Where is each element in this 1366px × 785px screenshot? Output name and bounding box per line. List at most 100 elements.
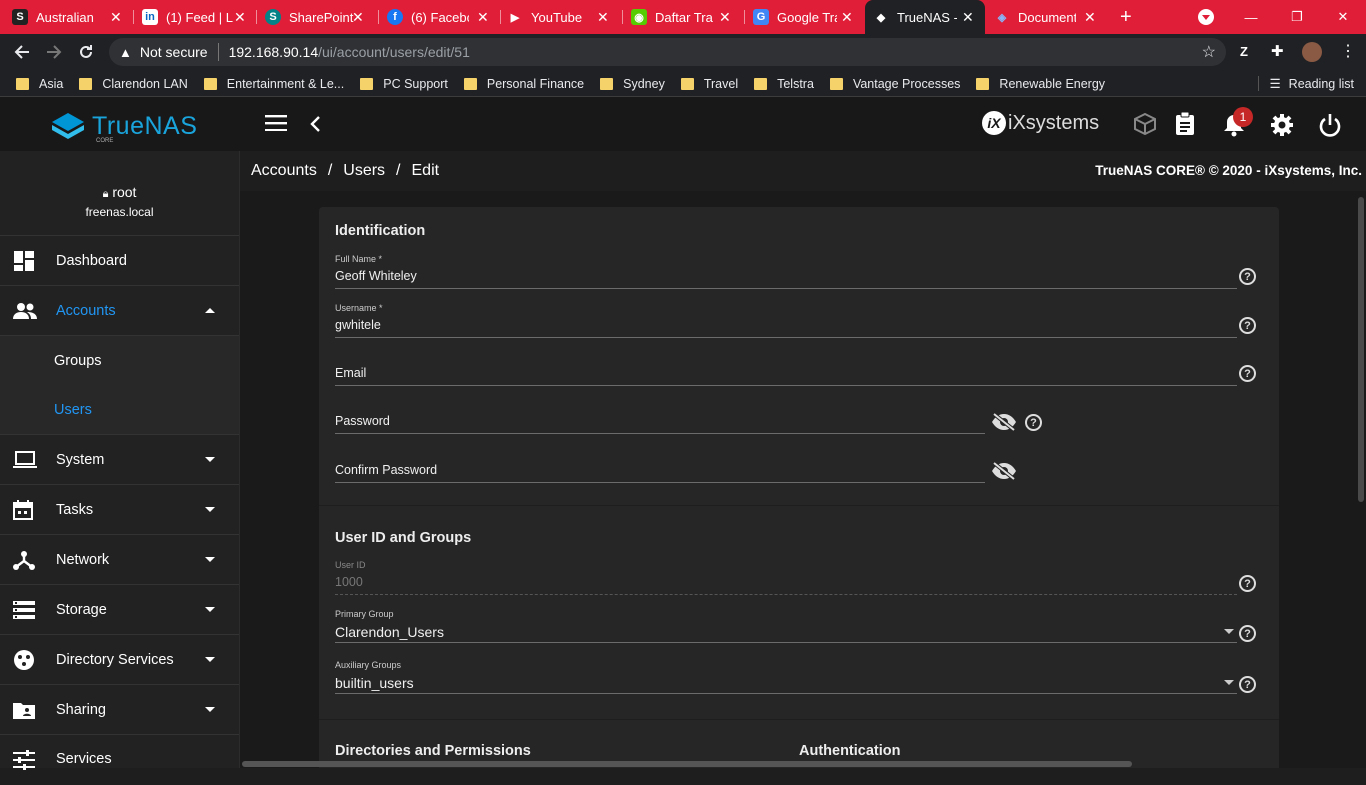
folder-icon bbox=[360, 77, 374, 90]
browser-tab[interactable]: S Australian ✕ bbox=[12, 0, 130, 34]
close-tab-icon[interactable]: ✕ bbox=[110, 9, 122, 26]
help-icon[interactable]: ? bbox=[1239, 317, 1256, 334]
sidebar-item-label: Groups bbox=[54, 352, 102, 369]
close-tab-icon[interactable]: ✕ bbox=[352, 9, 364, 26]
bookmark-folder[interactable]: Clarendon LAN bbox=[79, 77, 188, 91]
sidebar-subitem-groups[interactable]: Groups bbox=[0, 336, 239, 386]
folder-icon bbox=[203, 77, 217, 90]
bookmark-folder[interactable]: Entertainment & Le... bbox=[203, 77, 344, 91]
vertical-scrollbar[interactable] bbox=[1356, 191, 1366, 768]
bookmark-folder[interactable]: Sydney bbox=[600, 77, 665, 91]
help-icon[interactable]: ? bbox=[1239, 625, 1256, 642]
close-tab-icon[interactable]: ✕ bbox=[234, 9, 246, 26]
security-label[interactable]: Not secure bbox=[140, 44, 208, 60]
browser-tab[interactable]: ◉ Daftar Tran ✕ bbox=[625, 0, 743, 34]
menu-toggle-icon[interactable] bbox=[265, 115, 287, 131]
tab-title: YouTube bbox=[531, 9, 583, 25]
extension-z-icon[interactable]: Z bbox=[1240, 44, 1248, 59]
sidebar-item-services[interactable]: Services bbox=[0, 735, 239, 785]
truenas-logo[interactable]: TrueNAS CORE bbox=[50, 111, 197, 144]
close-tab-icon[interactable]: ✕ bbox=[719, 9, 731, 26]
collapse-chevron-icon[interactable] bbox=[310, 116, 320, 132]
profile-avatar[interactable] bbox=[1302, 42, 1322, 62]
primary-group-select[interactable]: Primary Group Clarendon_Users bbox=[335, 603, 1237, 643]
power-icon[interactable] bbox=[1319, 113, 1341, 137]
section-title-identification: Identification bbox=[335, 223, 426, 239]
username-field[interactable]: Username * gwhitele bbox=[335, 298, 1237, 338]
breadcrumb-users[interactable]: Users bbox=[343, 162, 385, 180]
bookmark-folder[interactable]: Telstra bbox=[754, 77, 814, 91]
new-tab-button[interactable]: + bbox=[1120, 0, 1140, 34]
minimize-icon[interactable]: — bbox=[1228, 0, 1274, 34]
reading-list-button[interactable]: ☰ Reading list bbox=[1258, 76, 1354, 91]
sidebar-item-network[interactable]: Network bbox=[0, 535, 239, 585]
sidebar-item-dashboard[interactable]: Dashboard bbox=[0, 236, 239, 286]
docs-icon: ◈ bbox=[997, 11, 1007, 24]
address-bar[interactable]: ▲ Not secure 192.168.90.14 /ui/account/u… bbox=[109, 38, 1226, 66]
chevron-down-icon bbox=[205, 607, 215, 612]
help-icon[interactable]: ? bbox=[1025, 414, 1042, 431]
window-controls: — ❐ ✕ bbox=[1228, 0, 1366, 34]
bookmark-folder[interactable]: Travel bbox=[680, 77, 738, 91]
close-tab-icon[interactable]: ✕ bbox=[477, 9, 489, 26]
password-field[interactable]: Password bbox=[335, 394, 985, 434]
close-tab-icon[interactable]: ✕ bbox=[597, 9, 609, 26]
youtube-icon: ▶ bbox=[510, 11, 520, 24]
help-icon[interactable]: ? bbox=[1239, 365, 1256, 382]
help-icon[interactable]: ? bbox=[1239, 676, 1256, 693]
browser-tab[interactable]: G Google Tra ✕ bbox=[747, 0, 865, 34]
clipboard-icon[interactable] bbox=[1175, 112, 1195, 136]
gear-icon[interactable] bbox=[1270, 113, 1294, 137]
dashboard-icon bbox=[13, 250, 35, 272]
confirm-password-field[interactable]: Confirm Password bbox=[335, 443, 985, 483]
tab-title: Daftar Tran bbox=[655, 9, 713, 25]
forward-icon[interactable] bbox=[44, 42, 64, 62]
sidebar-item-directory-services[interactable]: Directory Services bbox=[0, 635, 239, 685]
menu-dots-icon[interactable]: ⋮ bbox=[1340, 41, 1356, 61]
sidebar-item-storage[interactable]: Storage bbox=[0, 585, 239, 635]
bookmark-folder[interactable]: Asia bbox=[16, 77, 63, 91]
close-tab-icon[interactable]: ✕ bbox=[962, 9, 974, 26]
truecommand-icon[interactable] bbox=[1134, 113, 1156, 135]
puzzle-icon[interactable]: ✚ bbox=[1271, 42, 1284, 60]
help-icon[interactable]: ? bbox=[1239, 575, 1256, 592]
bookmark-label: Vantage Processes bbox=[852, 76, 961, 91]
sidebar-item-tasks[interactable]: Tasks bbox=[0, 485, 239, 535]
sidebar-item-system[interactable]: System bbox=[0, 435, 239, 485]
email-field[interactable]: Email bbox=[335, 346, 1237, 386]
scrollbar-thumb[interactable] bbox=[1358, 197, 1364, 502]
tab-title: Australian bbox=[36, 9, 94, 25]
sidebar-subitem-users[interactable]: Users bbox=[0, 385, 239, 435]
help-icon[interactable]: ? bbox=[1239, 268, 1256, 285]
star-icon[interactable]: ☆ bbox=[1202, 42, 1216, 62]
browser-tab[interactable]: in (1) Feed | L ✕ bbox=[136, 0, 254, 34]
user-id-field[interactable]: User ID 1000 bbox=[335, 555, 1237, 595]
horizontal-scrollbar[interactable] bbox=[240, 760, 1356, 768]
close-window-icon[interactable]: ✕ bbox=[1320, 0, 1366, 34]
auxiliary-groups-select[interactable]: Auxiliary Groups builtin_users bbox=[335, 654, 1237, 694]
bookmark-folder[interactable]: Vantage Processes bbox=[829, 76, 961, 91]
visibility-off-icon[interactable] bbox=[991, 413, 1017, 431]
browser-tab[interactable]: ▶ YouTube ✕ bbox=[503, 0, 621, 34]
bookmark-folder[interactable]: Personal Finance bbox=[463, 77, 584, 91]
bookmark-folder[interactable]: PC Support bbox=[360, 77, 448, 91]
bookmark-folder[interactable]: Renewable Energy bbox=[976, 77, 1105, 91]
reload-icon[interactable] bbox=[76, 42, 96, 62]
browser-tab[interactable]: f (6) Facebo ✕ bbox=[381, 0, 499, 34]
browser-tab[interactable]: ◈ Document ✕ bbox=[990, 0, 1108, 34]
tab-search-button[interactable] bbox=[1198, 0, 1218, 34]
back-icon[interactable] bbox=[12, 42, 32, 62]
visibility-off-icon[interactable] bbox=[991, 462, 1017, 480]
sidebar-item-sharing[interactable]: Sharing bbox=[0, 685, 239, 735]
close-tab-icon[interactable]: ✕ bbox=[841, 9, 853, 26]
logo-sub: CORE bbox=[96, 137, 114, 144]
sidebar-item-accounts[interactable]: Accounts bbox=[0, 286, 239, 336]
close-tab-icon[interactable]: ✕ bbox=[1084, 9, 1096, 26]
breadcrumb-accounts[interactable]: Accounts bbox=[251, 162, 317, 180]
browser-tab[interactable]: S SharePoint ✕ bbox=[259, 0, 377, 34]
restore-icon[interactable]: ❐ bbox=[1274, 0, 1320, 34]
scrollbar-thumb[interactable] bbox=[242, 761, 1132, 767]
browser-tab-active[interactable]: ◆ TrueNAS - ✕ bbox=[865, 0, 985, 34]
tab-title: (6) Facebo bbox=[411, 9, 469, 25]
full-name-field[interactable]: Full Name * Geoff Whiteley bbox=[335, 249, 1237, 289]
